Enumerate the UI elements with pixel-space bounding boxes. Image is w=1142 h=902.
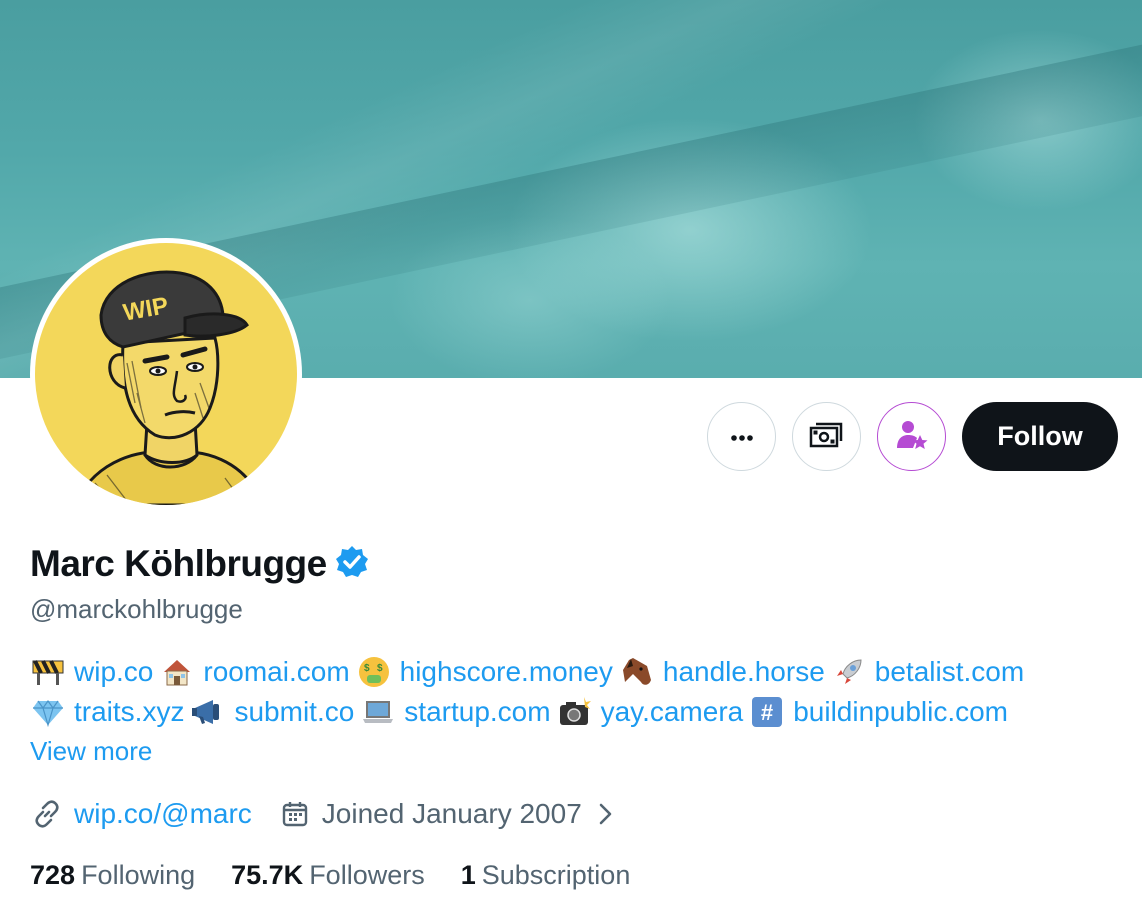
view-more-link[interactable]: View more	[30, 736, 152, 767]
tip-button[interactable]	[792, 402, 861, 471]
money-mouth-face-icon: $ $	[356, 654, 392, 690]
rocket-icon	[831, 654, 867, 690]
profile-actions: Follow	[707, 402, 1118, 471]
follow-button[interactable]: Follow	[962, 402, 1118, 471]
chevron-right-icon[interactable]	[588, 797, 622, 831]
bio-link-startup[interactable]: startup.com	[404, 692, 550, 732]
more-button[interactable]	[707, 402, 776, 471]
laptop-icon	[360, 694, 396, 730]
bio-link-buildinpublic[interactable]: buildinpublic.com	[793, 692, 1008, 732]
bio-link-item: handle.horse	[619, 652, 825, 692]
bio-link-item: traits.xyz	[30, 692, 184, 732]
followers-label: Followers	[309, 860, 425, 890]
bio-link-item: roomai.com	[159, 652, 350, 692]
svg-text:#: #	[761, 700, 773, 725]
horse-face-icon	[619, 654, 655, 690]
construction-sign-icon	[30, 654, 66, 690]
bio-link-item: # buildinpublic.com	[749, 692, 1008, 732]
followers-count: 75.7K	[231, 860, 304, 890]
gem-icon	[30, 694, 66, 730]
subscribe-button[interactable]	[877, 402, 946, 471]
svg-text:$: $	[364, 663, 370, 674]
bio-link-submit[interactable]: submit.co	[234, 692, 354, 732]
avatar-illustration: WIP	[35, 243, 297, 505]
bio-link-betalist[interactable]: betalist.com	[875, 652, 1024, 692]
bio-link-traits[interactable]: traits.xyz	[74, 692, 184, 732]
hash-keycap-icon: #	[749, 694, 785, 730]
bio-link-item: startup.com	[360, 692, 551, 732]
display-name: Marc Köhlbrugge	[30, 543, 327, 584]
subscription-count: 1	[460, 860, 476, 890]
joined-date: Joined January 2007	[321, 798, 582, 829]
megaphone-icon	[190, 694, 226, 730]
profile-website-link[interactable]: wip.co/@marc	[74, 798, 252, 830]
profile-handle: @marckohlbrugge	[30, 594, 243, 624]
subscription-label: Subscription	[481, 860, 631, 890]
bio-line-2: traits.xyz submit.co startup.com yay.cam…	[30, 692, 1130, 732]
avatar[interactable]: WIP	[30, 238, 302, 510]
house-icon	[159, 654, 195, 690]
bio-link-item: yay.camera	[557, 692, 744, 732]
bio-line-1: wip.co roomai.com $ $ highscore.money han…	[30, 652, 1130, 692]
calendar-icon	[278, 797, 312, 831]
following-count: 728	[30, 860, 76, 890]
money-icon	[809, 420, 845, 453]
ellipsis-icon	[730, 429, 753, 444]
bio-link-item: $ $ highscore.money	[356, 652, 613, 692]
profile-stats: 728 Following 75.7K Followers 1 Subscriptio…	[30, 860, 666, 891]
bio-link-item: wip.co	[30, 652, 153, 692]
person-star-icon	[895, 418, 929, 455]
bio-link-roomai[interactable]: roomai.com	[203, 652, 349, 692]
profile-name-row: Marc Köhlbrugge	[30, 543, 369, 585]
bio-link-item: betalist.com	[831, 652, 1024, 692]
subscription-stat[interactable]: 1 Subscription	[461, 860, 631, 891]
following-label: Following	[81, 860, 196, 890]
bio-link-item: submit.co	[190, 692, 354, 732]
link-icon	[30, 797, 64, 831]
following-stat[interactable]: 728 Following	[30, 860, 195, 891]
svg-text:$: $	[377, 663, 383, 674]
verified-badge-icon[interactable]	[335, 545, 369, 584]
bio-link-yay-camera[interactable]: yay.camera	[601, 692, 744, 732]
profile-meta: wip.co/@marc Joined January 2007	[30, 794, 632, 834]
bio-link-wip[interactable]: wip.co	[74, 652, 153, 692]
followers-stat[interactable]: 75.7K Followers	[231, 860, 425, 891]
bio-link-highscore[interactable]: highscore.money	[400, 652, 613, 692]
profile-bio: wip.co roomai.com $ $ highscore.money han…	[30, 652, 1130, 732]
camera-flash-icon	[557, 694, 593, 730]
bio-link-handle-horse[interactable]: handle.horse	[663, 652, 825, 692]
